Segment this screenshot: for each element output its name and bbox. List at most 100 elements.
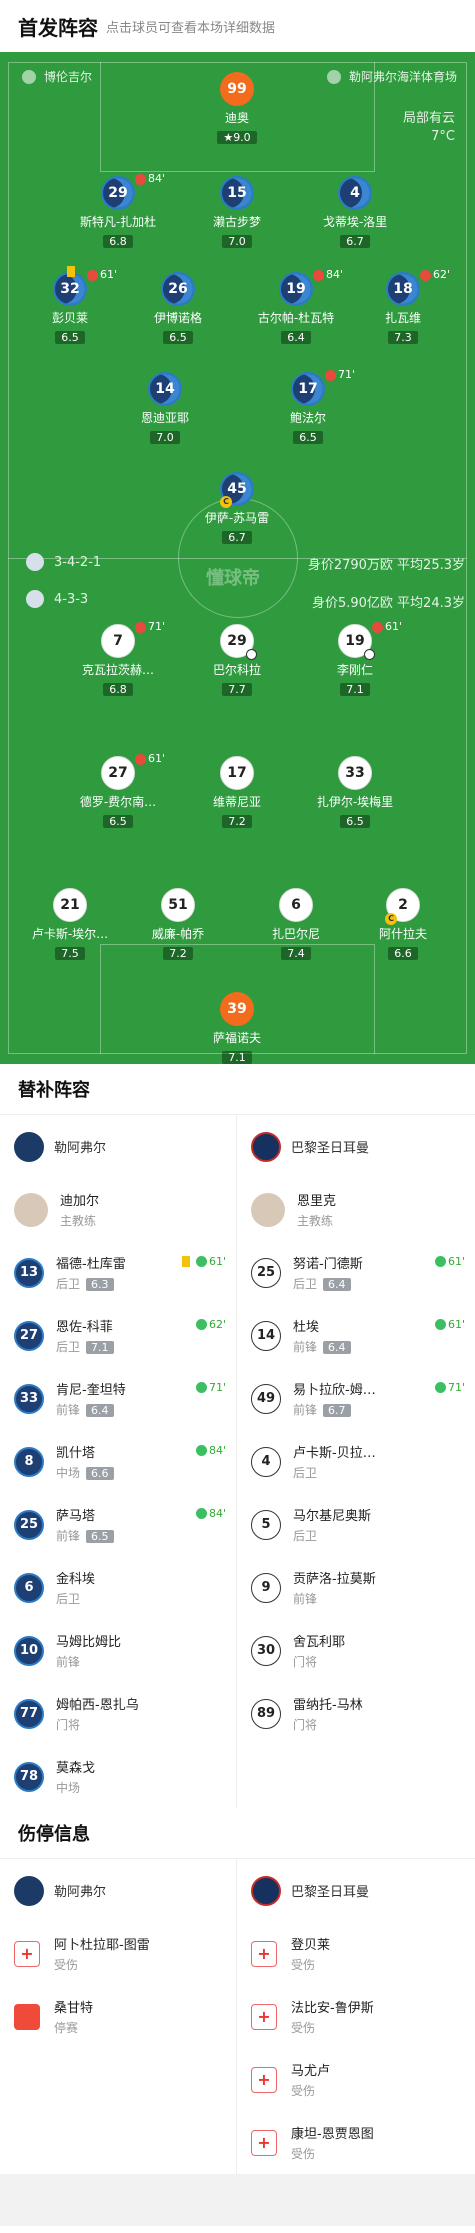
player-name: 维蒂尼亚 (212, 795, 261, 809)
sub-player-row[interactable]: 8 凯什塔 中场 6.6 84' (0, 1430, 236, 1493)
sub-player-row[interactable]: 30 舍瓦利耶 门将 (237, 1619, 475, 1682)
player-away-3[interactable]: 27 61' 德罗-费尔南… 6.5 (63, 752, 173, 829)
injury-row[interactable]: + 登贝莱 受伤 (237, 1922, 475, 1985)
sub-player-row[interactable]: 13 福德-杜库雷 后卫 6.3 61' (0, 1241, 236, 1304)
injury-row[interactable]: + 康坦-恩贾恩图 受伤 (237, 2111, 475, 2174)
home-crest-icon (26, 553, 44, 571)
sub-player-name: 努诺-门德斯 (293, 1257, 363, 1272)
player-number: 39 (220, 992, 254, 1026)
subs-home-team[interactable]: 勒阿弗尔 (0, 1115, 236, 1178)
player-away-6[interactable]: 21 卢卡斯-埃尔… 7.5 (15, 888, 125, 961)
coach-row[interactable]: 迪加尔 主教练 (0, 1178, 236, 1241)
sub-player-row[interactable]: 49 易卜拉欣-姆… 前锋 6.7 71' (237, 1367, 475, 1430)
team-name: 巴黎圣日耳曼 (291, 1141, 370, 1156)
player-home-7[interactable]: 18 62' 扎瓦维 7.3 (348, 268, 458, 345)
injury-row[interactable]: + 法比安-鲁伊斯 受伤 (237, 1985, 475, 2048)
player-away-2[interactable]: 19 61' 李刚仁 7.1 (300, 620, 410, 697)
player-home-8[interactable]: 14 恩迪亚耶 7.0 (110, 372, 220, 445)
player-away-9[interactable]: 2 C 阿什拉夫 6.6 (348, 888, 458, 961)
sub-player-row[interactable]: 5 马尔基尼奥斯 后卫 (237, 1493, 475, 1556)
coach-avatar (14, 1192, 48, 1227)
player-home-3[interactable]: 4 戈蒂埃-洛里 6.7 (300, 176, 410, 249)
player-home-10[interactable]: 45 C 伊萨-苏马雷 6.7 (182, 472, 292, 545)
home-team-tag: 博伦吉尔 (22, 68, 92, 85)
injured-player-name: 马尤卢 (291, 2064, 331, 2079)
sub-player-row[interactable]: 27 恩佐-科菲 后卫 7.1 62' (0, 1304, 236, 1367)
sub-player-row[interactable]: 4 卢卡斯-贝拉… 后卫 (237, 1430, 475, 1493)
subs-away-column: 巴黎圣日耳曼 恩里克 主教练 25 努诺-门德斯 后卫 6.4 61' 14 杜埃 前锋 6.4 61'… (237, 1115, 475, 1808)
pitch: 博伦吉尔 勒阿弗尔海洋体育场 局部有云 7°C 懂球帝 3-4-2-1 身价27… (0, 52, 475, 1064)
sub-player-row[interactable]: 6 金科埃 后卫 (0, 1556, 236, 1619)
injured-player-name: 登贝莱 (291, 1938, 331, 1953)
medical-kit-icon: + (14, 1940, 40, 1967)
team-crest-icon (251, 1875, 281, 1906)
player-home-9[interactable]: 17 71' 鲍法尔 6.5 (253, 368, 363, 445)
sub-player-row[interactable]: 10 马姆比姆比 前锋 (0, 1619, 236, 1682)
subs-away-team[interactable]: 巴黎圣日耳曼 (237, 1115, 475, 1178)
player-away-5[interactable]: 33 扎伊尔-埃梅里 6.5 (300, 756, 410, 829)
sub-off-icon (135, 173, 146, 185)
player-away-1[interactable]: 29 巴尔科拉 7.7 (182, 624, 292, 697)
sub-off-time: 84' (313, 268, 343, 281)
sub-off-time: 61' (372, 620, 402, 633)
player-number: 32 (53, 272, 87, 306)
player-away-0[interactable]: 7 71' 克瓦拉茨赫… 6.8 (63, 620, 173, 697)
sub-player-rating: 6.4 (86, 1404, 114, 1417)
sub-on-icon (195, 1256, 207, 1267)
player-number: 33 (338, 756, 372, 790)
player-away-4[interactable]: 17 维蒂尼亚 7.2 (182, 756, 292, 829)
sub-player-row[interactable]: 33 肯尼-奎坦特 前锋 6.4 71' (0, 1367, 236, 1430)
player-home-0[interactable]: 99 迪奥 ★9.0 (182, 72, 292, 145)
injury-row[interactable]: + 马尤卢 受伤 (237, 2048, 475, 2111)
player-rating: 6.5 (55, 331, 85, 344)
injuries-away-team[interactable]: 巴黎圣日耳曼 (237, 1859, 475, 1922)
weather-text: 局部有云 (402, 111, 455, 126)
player-rating: 6.4 (281, 331, 311, 344)
player-name: 卢卡斯-埃尔… (31, 927, 109, 941)
sub-player-row[interactable]: 9 贡萨洛-拉莫斯 前锋 (237, 1556, 475, 1619)
coach-row[interactable]: 恩里克 主教练 (237, 1178, 475, 1241)
sub-player-row[interactable]: 89 雷纳托-马林 门将 (237, 1682, 475, 1745)
player-name: 李刚仁 (336, 663, 373, 677)
sub-player-row[interactable]: 78 莫森戈 中场 (0, 1745, 236, 1808)
coach-name: 迪加尔 (60, 1194, 100, 1209)
sub-on-time: 61' (434, 1318, 465, 1331)
player-home-2[interactable]: 15 濑古步梦 7.0 (182, 176, 292, 249)
player-home-6[interactable]: 19 84' 古尔帕-杜瓦特 6.4 (241, 268, 351, 345)
injury-row[interactable]: 桑甘特 停赛 (0, 1985, 236, 2048)
player-rating: 7.3 (388, 331, 418, 344)
injury-row[interactable]: + 阿卜杜拉耶-图雷 受伤 (0, 1922, 236, 1985)
player-number: 19 (338, 624, 375, 660)
sub-player-name: 肯尼-奎坦特 (56, 1383, 126, 1398)
sub-player-number: 25 (251, 1257, 281, 1288)
sub-player-rating: 6.4 (323, 1278, 351, 1291)
sub-on-time: 84' (195, 1507, 226, 1520)
injuries-home-team[interactable]: 勒阿弗尔 (0, 1859, 236, 1922)
player-home-5[interactable]: 26 伊博诺格 6.5 (123, 272, 233, 345)
team-crest-icon (14, 1131, 44, 1162)
player-away-10[interactable]: 39 萨福诺夫 7.1 (182, 992, 292, 1064)
sub-player-number: 30 (251, 1635, 281, 1666)
player-name: 彭贝莱 (51, 311, 88, 325)
sub-player-row[interactable]: 77 姆帕西-恩扎乌 门将 (0, 1682, 236, 1745)
player-name: 斯特凡-扎加杜 (79, 215, 157, 229)
sub-player-name: 马尔基尼奥斯 (293, 1509, 372, 1524)
player-number: 15 (220, 176, 254, 210)
sub-player-number: 4 (251, 1446, 281, 1477)
injured-player-name: 法比安-鲁伊斯 (291, 2001, 374, 2016)
player-away-7[interactable]: 51 威廉-帕乔 7.2 (123, 888, 233, 961)
player-home-1[interactable]: 29 84' 斯特凡-扎加杜 6.8 (63, 172, 173, 249)
player-away-8[interactable]: 6 扎巴尔尼 7.4 (241, 888, 351, 961)
sub-player-rating: 6.4 (323, 1341, 351, 1354)
player-number: 27 (101, 756, 135, 790)
sub-player-number: 6 (14, 1572, 44, 1603)
player-rating: 7.0 (222, 235, 252, 248)
sub-player-row[interactable]: 25 努诺-门德斯 后卫 6.4 61' (237, 1241, 475, 1304)
sub-player-row[interactable]: 14 杜埃 前锋 6.4 61' (237, 1304, 475, 1367)
sub-player-row[interactable]: 25 萨马塔 前锋 6.5 84' (0, 1493, 236, 1556)
player-name: 扎巴尔尼 (271, 927, 320, 941)
sub-player-position: 前锋 (293, 1592, 318, 1606)
weather: 局部有云 7°C (403, 110, 455, 146)
player-home-4[interactable]: 32 61' 彭贝莱 6.5 (15, 266, 125, 345)
sub-player-name: 恩佐-科菲 (56, 1320, 113, 1335)
